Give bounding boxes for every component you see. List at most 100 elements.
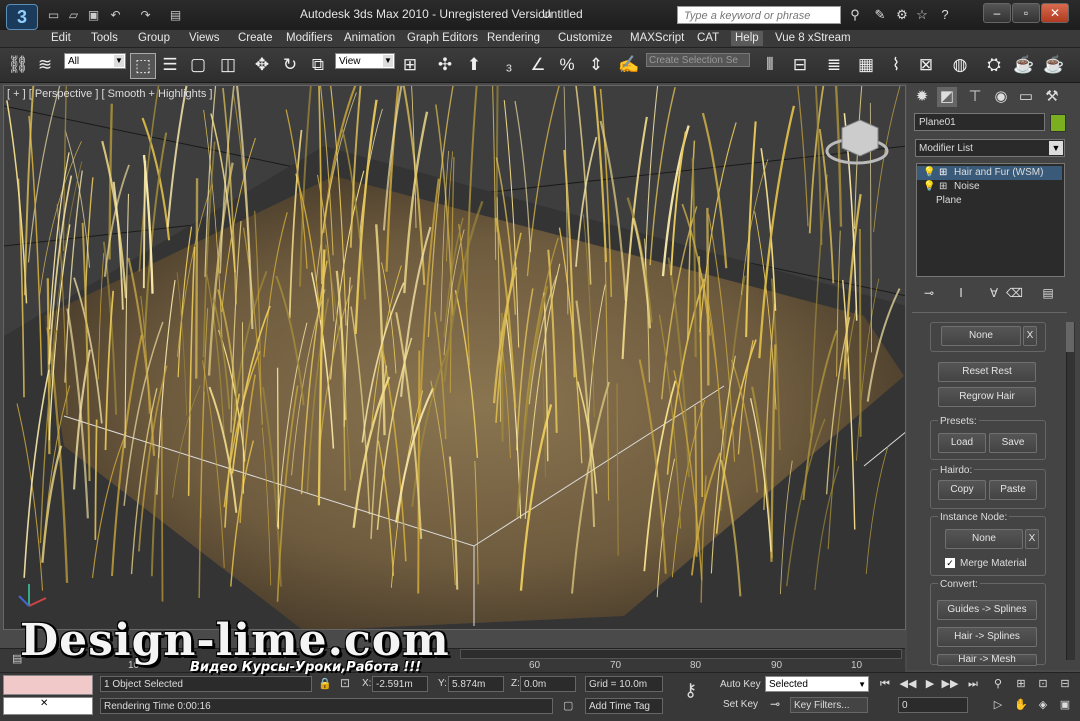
close-icon[interactable]: ✕ xyxy=(40,698,48,709)
utilities-tab-icon[interactable]: ⚒ xyxy=(1042,87,1062,107)
layer-manager-icon[interactable]: ≣ xyxy=(822,53,846,77)
modifier-list-dropdown[interactable]: Modifier List ▼ xyxy=(915,139,1065,157)
viewport-label[interactable]: [ + ] [ Perspective ] [ Smooth + Highlig… xyxy=(7,88,212,100)
help-icon[interactable]: ? xyxy=(936,6,954,24)
load-button[interactable]: Load xyxy=(938,433,986,453)
schematic-view-icon[interactable]: ⊠ xyxy=(914,53,938,77)
edit-named-selection-icon[interactable]: ✍ xyxy=(617,53,641,77)
rectangular-selection-icon[interactable]: ▢ xyxy=(186,53,210,77)
select-by-name-icon[interactable]: ☰ xyxy=(158,53,182,77)
rendered-frame-window-icon[interactable]: ☕ xyxy=(1012,53,1036,77)
time-slider[interactable] xyxy=(460,649,902,659)
stack-item-noise[interactable]: 💡 ⊞ Noise xyxy=(917,180,1062,194)
menu-customize[interactable]: Customize xyxy=(558,31,612,46)
app-logo-button[interactable]: 3 xyxy=(6,4,38,30)
maximize-button[interactable]: ▫ xyxy=(1012,3,1040,23)
menu-group[interactable]: Group xyxy=(138,31,170,46)
zoom-all-icon[interactable]: ⊞ xyxy=(1012,676,1030,692)
selection-filter-dropdown[interactable]: All ▼ xyxy=(64,53,126,69)
modify-tab-icon[interactable]: ◩ xyxy=(937,87,957,107)
menu-tools[interactable]: Tools xyxy=(91,31,118,46)
menu-modifiers[interactable]: Modifiers xyxy=(286,31,333,46)
auto-key-button[interactable]: Auto Key xyxy=(720,679,761,690)
menu-vue-xstream[interactable]: Vue 8 xStream xyxy=(775,31,851,46)
save-file-icon[interactable]: ▣ xyxy=(86,8,101,22)
unlink-icon[interactable]: ≋ xyxy=(33,53,57,77)
paste-button[interactable]: Paste xyxy=(989,480,1037,500)
x-coordinate-field[interactable]: -2.591m xyxy=(372,676,428,692)
align-icon[interactable]: ⊟ xyxy=(788,53,812,77)
close-button[interactable]: ✕ xyxy=(1041,3,1069,23)
go-to-end-icon[interactable]: ⏭ xyxy=(964,676,982,692)
regrow-hair-button[interactable]: Regrow Hair xyxy=(938,387,1036,407)
previous-frame-icon[interactable]: ◀◀ xyxy=(899,676,917,692)
configure-sets-icon[interactable]: ▤ xyxy=(1040,285,1056,301)
render-production-icon[interactable]: ☕ xyxy=(1042,53,1066,77)
add-time-tag-button[interactable]: Add Time Tag xyxy=(585,698,663,714)
scale-icon[interactable]: ⧉ xyxy=(306,53,330,77)
curve-editor-icon[interactable]: ⌇ xyxy=(884,53,908,77)
go-to-start-icon[interactable]: ⏮ xyxy=(876,676,894,692)
none-button[interactable]: None xyxy=(941,326,1021,346)
rotate-icon[interactable]: ↻ xyxy=(278,53,302,77)
field-of-view-icon[interactable]: ▷ xyxy=(989,697,1007,713)
orbit-icon[interactable]: ◈ xyxy=(1034,697,1052,713)
hair-to-mesh-button[interactable]: Hair -> Mesh xyxy=(937,654,1037,666)
remove-modifier-icon[interactable]: ⌫ xyxy=(1006,285,1023,301)
snap-toggle-icon[interactable]: ₃ xyxy=(497,53,521,77)
menu-create[interactable]: Create xyxy=(238,31,273,46)
pivot-center-icon[interactable]: ⊞ xyxy=(398,53,422,77)
play-icon[interactable]: ▶ xyxy=(921,676,939,692)
graphite-ribbon-icon[interactable]: ▦ xyxy=(854,53,878,77)
angle-snap-icon[interactable]: ∠ xyxy=(526,53,550,77)
named-selection-set-input[interactable]: Create Selection Se xyxy=(646,53,750,67)
select-and-link-icon[interactable]: ⛓ xyxy=(6,53,30,77)
zoom-extents-all-icon[interactable]: ⊟ xyxy=(1056,676,1074,692)
pin-stack-icon[interactable]: ⊸ xyxy=(921,285,937,301)
open-file-icon[interactable]: ▱ xyxy=(66,8,81,22)
lightbulb-icon[interactable]: 💡 xyxy=(923,166,935,180)
menu-graph-editors[interactable]: Graph Editors xyxy=(407,31,478,46)
show-end-result-icon[interactable]: Ⅰ xyxy=(953,285,969,301)
project-folder-icon[interactable]: ▤ xyxy=(168,8,183,22)
render-setup-icon[interactable]: ⛭ xyxy=(982,53,1006,77)
guides-to-splines-button[interactable]: Guides -> Splines xyxy=(937,600,1037,620)
reference-coordinate-dropdown[interactable]: View ▼ xyxy=(335,53,395,69)
minimize-button[interactable]: – xyxy=(983,3,1011,23)
favorites-star-icon[interactable]: ☆ xyxy=(913,6,931,24)
time-tag-icon[interactable]: ▢ xyxy=(563,699,573,712)
new-file-icon[interactable]: ▭ xyxy=(46,8,61,22)
spinner-snap-icon[interactable]: ⇕ xyxy=(584,53,608,77)
select-object-icon[interactable]: ⬚ xyxy=(130,53,156,79)
maximize-viewport-icon[interactable]: ▣ xyxy=(1056,697,1074,713)
mirror-icon[interactable]: ⫴ xyxy=(758,53,782,77)
current-frame-field[interactable]: 0 xyxy=(898,697,968,713)
material-editor-icon[interactable]: ◍ xyxy=(948,53,972,77)
zoom-icon[interactable]: ⚲ xyxy=(989,676,1007,692)
reset-rest-button[interactable]: Reset Rest xyxy=(938,362,1036,382)
redo-icon[interactable]: ↷ xyxy=(138,8,153,22)
menu-views[interactable]: Views xyxy=(189,31,219,46)
move-icon[interactable]: ✥ xyxy=(250,53,274,77)
lightbulb-icon[interactable]: 💡 xyxy=(923,180,935,194)
window-crossing-icon[interactable]: ◫ xyxy=(216,53,240,77)
make-unique-icon[interactable]: ∀ xyxy=(986,285,1002,301)
menu-help[interactable]: Help xyxy=(731,31,763,46)
search-input[interactable]: Type a keyword or phrase xyxy=(677,6,841,24)
instance-clear-x-button[interactable]: X xyxy=(1025,529,1039,549)
key-filters-button[interactable]: Key Filters... xyxy=(790,697,868,713)
panel-scrollbar[interactable] xyxy=(1066,322,1075,660)
motion-tab-icon[interactable]: ◉ xyxy=(991,87,1011,107)
absolute-mode-icon[interactable]: ⊡ xyxy=(340,676,350,690)
pan-view-icon[interactable]: ✋ xyxy=(1012,697,1030,713)
menu-edit[interactable]: Edit xyxy=(51,31,71,46)
menu-cat[interactable]: CAT xyxy=(697,31,719,46)
clear-x-button[interactable]: X xyxy=(1023,326,1037,346)
set-key-button[interactable]: Set Key xyxy=(723,699,758,710)
merge-material-checkbox[interactable]: ✓ xyxy=(945,558,955,568)
hierarchy-tab-icon[interactable]: ⊤ xyxy=(965,87,985,107)
next-frame-icon[interactable]: ▶▶ xyxy=(941,676,959,692)
maxscript-listener[interactable] xyxy=(3,675,93,695)
panel-scrollbar-thumb[interactable] xyxy=(1066,322,1074,352)
hair-to-splines-button[interactable]: Hair -> Splines xyxy=(937,627,1037,647)
